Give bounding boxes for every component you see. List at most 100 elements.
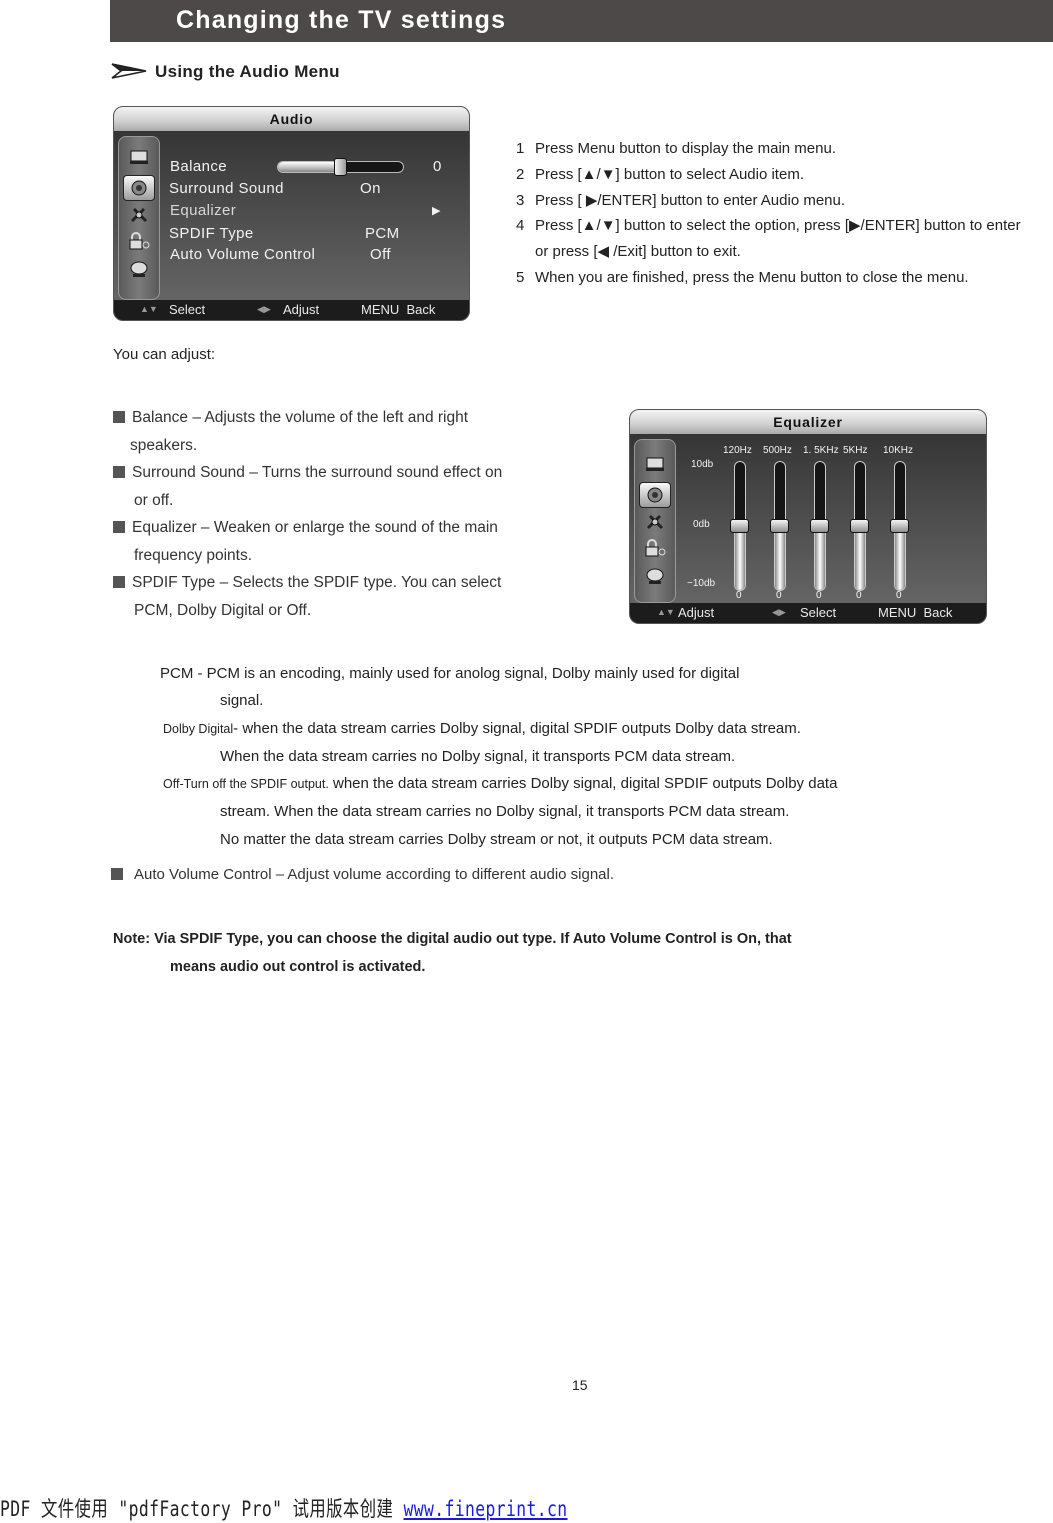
bullet-item: Balance – Adjusts the volume of the left…: [113, 404, 553, 432]
bullet-continuation: or off.: [134, 491, 174, 509]
up-down-arrows-icon: ▲▼: [657, 607, 675, 617]
eq-band-knob[interactable]: [890, 519, 909, 533]
eq-band-value: 0: [776, 590, 782, 601]
instruction-steps: 1 Press Menu button to display the main m…: [516, 136, 1021, 291]
step-text: When you are finished, press the Menu bu…: [535, 268, 969, 286]
eq-band-fill: [895, 526, 905, 590]
step-number: 1: [516, 140, 525, 157]
balance-value: 0: [433, 158, 442, 175]
menu-item-spdif-label[interactable]: SPDIF Type: [169, 225, 254, 242]
satellite-icon: [643, 566, 667, 586]
bullet-continuation: frequency points.: [134, 546, 253, 564]
lock-icon: [643, 538, 667, 558]
page-number: 15: [572, 1377, 588, 1393]
eq-scale-mid: 0db: [693, 519, 710, 530]
bullet-text: SPDIF Type – Selects the SPDIF type. You…: [132, 574, 502, 591]
step-number: 2: [516, 165, 525, 183]
eq-band-value: 0: [856, 590, 862, 601]
definition-term: PCM -: [160, 665, 207, 682]
balance-slider-fill: [278, 162, 341, 172]
step-item: 4 Press [▲/▼] button to select the option…: [516, 213, 1021, 239]
adjust-bullet-list: Balance – Adjusts the volume of the left…: [113, 404, 553, 624]
step-number: 3: [516, 191, 525, 209]
eq-band-value: 0: [896, 590, 902, 601]
eq-band-label: 10KHz: [883, 445, 914, 456]
bullet-square-icon: [113, 521, 125, 533]
settings-icon: [643, 512, 667, 532]
bullet-square-icon: [113, 466, 125, 478]
definition-dolby: Dolby Digital- when the data stream carr…: [163, 715, 1000, 743]
definition-off: Off-Turn off the SPDIF output. when the …: [163, 770, 1000, 798]
equalizer-menu-screenshot: Equalizer 10db 0db −10db 120Hz 0 500Hz 0 1. …: [629, 409, 987, 624]
audio-menu-screenshot: Audio Balance 0 Surround Sound On Equali…: [113, 106, 470, 321]
menu-item-auto-volume-label[interactable]: Auto Volume Control: [170, 246, 315, 263]
balance-slider-knob[interactable]: [333, 158, 347, 176]
watermark: PDF 文件使用 "pdfFactory Pro" 试用版本创建 www.fin…: [0, 1493, 568, 1523]
chevron-right-icon[interactable]: ▶: [432, 204, 441, 217]
eq-band-knob[interactable]: [850, 519, 869, 533]
eq-band-knob[interactable]: [730, 519, 749, 533]
menu-item-balance-label[interactable]: Balance: [170, 158, 227, 175]
eq-band-value: 0: [736, 590, 742, 601]
step-item: 5 When you are finished, press the Menu b…: [516, 265, 1021, 291]
menu-footer: ▲▼ Select ◀▶ Adjust MENU Back: [114, 300, 469, 320]
eq-band-fill: [815, 526, 825, 590]
menu-sidebar: [634, 439, 676, 603]
bullet-text: Equalizer – Weaken or enlarge the sound …: [132, 519, 498, 536]
footer-adjust-hint: Adjust: [283, 302, 320, 317]
bullet-item: Surround Sound – Turns the surround soun…: [113, 459, 553, 487]
audio-icon: [123, 175, 155, 201]
equalizer-menu-title: Equalizer: [630, 410, 986, 435]
definition-term: Off-Turn off the SPDIF output.: [163, 777, 329, 792]
eq-band-label: 1. 5KHz: [803, 445, 839, 456]
spdif-value: PCM: [365, 225, 400, 242]
menu-item-surround-label[interactable]: Surround Sound: [169, 180, 284, 197]
eq-scale-top: 10db: [691, 459, 714, 470]
menu-item-equalizer-label[interactable]: Equalizer: [170, 202, 236, 219]
arrow-right-icon: [111, 63, 147, 79]
bullet-square-icon: [113, 411, 125, 423]
watermark-text: PDF 文件使用 "pdfFactory Pro" 试用版本创建: [0, 1497, 404, 1521]
bullet-continuation: PCM, Dolby Digital or Off.: [134, 601, 312, 619]
bullet-continuation: speakers.: [130, 436, 198, 454]
eq-band-value: 0: [816, 590, 822, 601]
auto-volume-bullet: Auto Volume Control – Adjust volume acco…: [111, 866, 614, 883]
note-label: Note:: [113, 931, 151, 947]
lock-icon: [127, 231, 151, 251]
eq-band-label: 500Hz: [763, 445, 792, 456]
step-continuation: or press [◀ /Exit] button to exit.: [535, 243, 741, 261]
surround-value: On: [360, 180, 381, 197]
footer-back-hint: MENU Back: [878, 605, 953, 620]
footer-select-hint: Select: [800, 605, 837, 620]
eq-band-knob[interactable]: [770, 519, 789, 533]
eq-band-knob[interactable]: [810, 519, 829, 533]
eq-band-fill: [855, 526, 865, 590]
audio-menu-title: Audio: [114, 107, 469, 132]
picture-icon: [643, 454, 667, 474]
definition-term: Dolby Digital: [163, 721, 234, 736]
menu-footer: ▲▼ Adjust ◀▶ Select MENU Back: [630, 603, 986, 623]
bullet-square-icon: [111, 868, 123, 880]
definition-pcm: PCM - PCM is an encoding, mainly used fo…: [160, 660, 1000, 687]
step-text: Press [▲/▼] button to select the option,…: [535, 217, 1021, 235]
left-right-arrows-icon: ◀▶: [257, 304, 271, 314]
footer-select-hint: Select: [169, 302, 206, 317]
definition-text: PCM is an encoding, mainly used for anol…: [206, 665, 740, 682]
definition-continuation: When the data stream carries no Dolby si…: [220, 747, 736, 765]
step-text: Press [▲/▼] button to select Audio item.: [535, 165, 804, 183]
eq-band-label: 5KHz: [843, 445, 868, 456]
footer-adjust-hint: Adjust: [678, 605, 715, 620]
definition-continuation: signal.: [220, 692, 264, 710]
bullet-text: Auto Volume Control – Adjust volume acco…: [134, 866, 615, 883]
note: Note: Via SPDIF Type, you can choose the…: [113, 926, 792, 981]
eq-band-label: 120Hz: [723, 445, 752, 456]
settings-icon: [127, 205, 151, 225]
bullet-item: SPDIF Type – Selects the SPDIF type. You…: [113, 569, 553, 597]
section-title: Using the Audio Menu: [155, 62, 340, 81]
watermark-link[interactable]: www.fineprint.cn: [403, 1497, 567, 1521]
eq-band-fill: [775, 526, 785, 590]
auto-volume-value: Off: [370, 246, 391, 263]
satellite-icon: [127, 259, 151, 279]
bullet-square-icon: [113, 576, 125, 588]
audio-icon: [639, 482, 671, 508]
